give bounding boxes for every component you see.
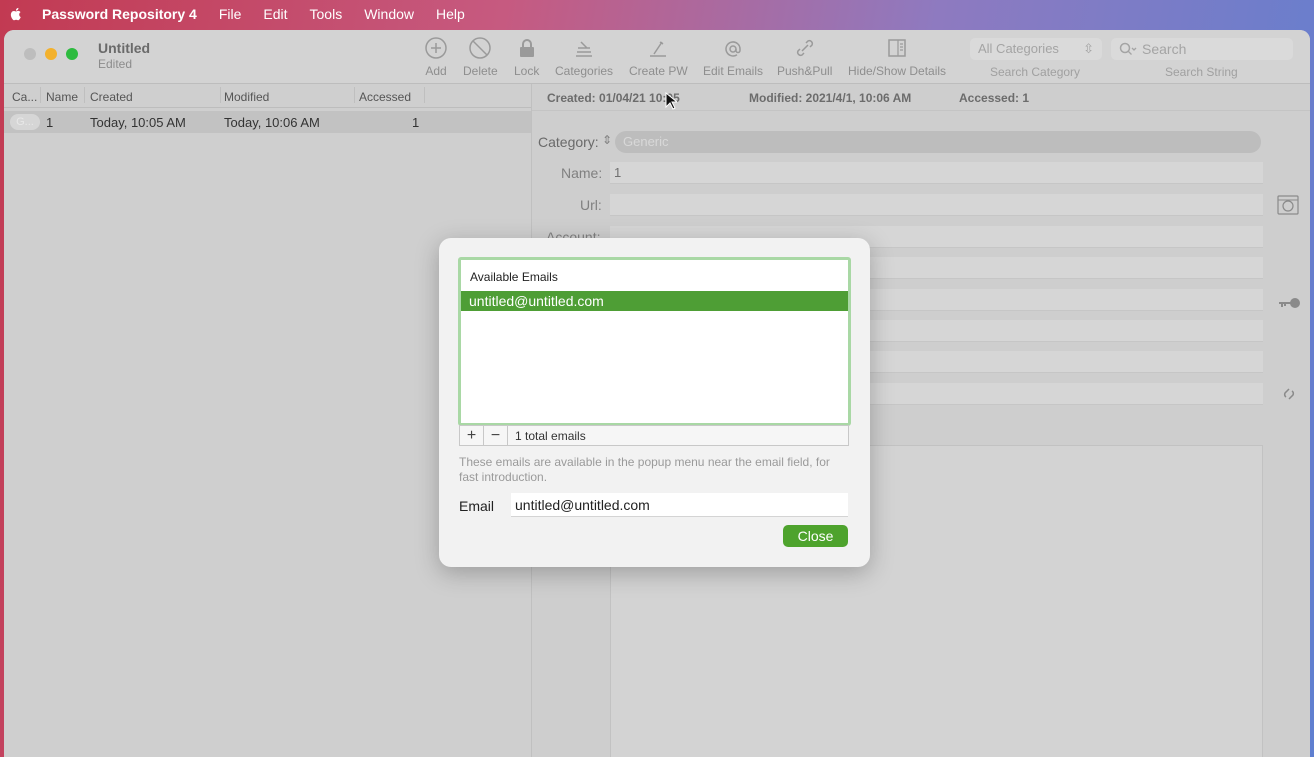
url-label: Url: bbox=[580, 197, 602, 213]
hide-show-label: Hide/Show Details bbox=[848, 64, 947, 78]
category-filter-caption: Search Category bbox=[990, 65, 1081, 79]
list-controls: + − 1 total emails bbox=[459, 425, 849, 446]
push-pull-button[interactable]: Push&Pull bbox=[777, 36, 832, 78]
lock-icon bbox=[519, 39, 534, 57]
lock-label: Lock bbox=[514, 64, 540, 78]
add-button[interactable]: Add bbox=[424, 36, 448, 78]
hide-show-details-button[interactable]: Hide/Show Details bbox=[848, 36, 946, 78]
close-window-button[interactable] bbox=[24, 48, 36, 60]
menu-bar: Password Repository 4 File Edit Tools Wi… bbox=[0, 0, 1314, 28]
cell-name: 1 bbox=[46, 115, 54, 130]
delete-button[interactable]: Delete bbox=[463, 36, 498, 78]
categories-button[interactable]: Categories bbox=[555, 36, 613, 78]
divider bbox=[532, 110, 1310, 111]
cell-accessed: 1 bbox=[412, 115, 420, 130]
apple-icon[interactable] bbox=[8, 6, 24, 22]
edit-emails-button[interactable]: Edit Emails bbox=[703, 36, 763, 78]
menu-window[interactable]: Window bbox=[364, 6, 414, 22]
delete-label: Delete bbox=[463, 64, 498, 78]
app-menu[interactable]: Password Repository 4 bbox=[42, 6, 197, 22]
create-pw-button[interactable]: Create PW bbox=[629, 36, 688, 78]
link-icon[interactable] bbox=[1280, 385, 1298, 406]
available-emails-list[interactable]: Available Emails untitled@untitled.com bbox=[458, 257, 851, 426]
cell-modified: Today, 10:06 AM bbox=[224, 115, 320, 130]
document-title: Untitled bbox=[98, 40, 151, 56]
add-label: Add bbox=[425, 64, 447, 78]
table-header: Ca... Name Created Modified Accessed bbox=[4, 84, 531, 108]
title-bar: Untitled Edited Add Delete Lock Categori… bbox=[4, 30, 1310, 84]
plus-circle-icon bbox=[425, 37, 447, 59]
prohibited-icon bbox=[469, 37, 492, 59]
browser-icon[interactable] bbox=[1276, 193, 1300, 220]
key-icon[interactable] bbox=[1276, 292, 1302, 317]
column-divider[interactable] bbox=[220, 87, 221, 103]
create-pw-label: Create PW bbox=[629, 64, 688, 78]
created-info: Created: 01/04/21 10:05 bbox=[547, 91, 680, 105]
document-status: Edited bbox=[98, 57, 133, 71]
push-pull-label: Push&Pull bbox=[777, 64, 833, 78]
column-category[interactable]: Ca... bbox=[12, 90, 37, 104]
remove-email-button[interactable]: − bbox=[484, 426, 508, 445]
column-divider[interactable] bbox=[424, 87, 425, 103]
sidebar-panel-icon bbox=[888, 39, 906, 57]
column-accessed[interactable]: Accessed bbox=[359, 90, 411, 104]
column-divider[interactable] bbox=[40, 87, 41, 103]
categories-label: Categories bbox=[555, 64, 614, 78]
lock-button[interactable]: Lock bbox=[514, 36, 539, 78]
category-field[interactable]: Generic bbox=[615, 131, 1261, 153]
column-name[interactable]: Name bbox=[46, 90, 78, 104]
column-modified[interactable]: Modified bbox=[224, 90, 269, 104]
minimize-window-button[interactable] bbox=[45, 48, 57, 60]
url-field[interactable] bbox=[610, 194, 1263, 216]
column-divider[interactable] bbox=[354, 87, 355, 103]
column-divider[interactable] bbox=[84, 87, 85, 103]
category-pill: G... bbox=[10, 114, 40, 130]
updown-chevron-icon: ⇳ bbox=[1083, 41, 1094, 56]
email-count: 1 total emails bbox=[515, 428, 586, 443]
list-item[interactable]: untitled@untitled.com bbox=[461, 291, 848, 311]
menu-help[interactable]: Help bbox=[436, 6, 465, 22]
search-input[interactable]: Search bbox=[1111, 38, 1293, 60]
help-text: These emails are available in the popup … bbox=[459, 455, 830, 484]
table-row[interactable]: G... 1 Today, 10:05 AM Today, 10:06 AM 1 bbox=[4, 111, 531, 133]
email-label: Email bbox=[459, 498, 495, 514]
category-label: Category: bbox=[538, 134, 599, 150]
edit-emails-sheet: Available Emails untitled@untitled.com +… bbox=[439, 238, 870, 567]
accessed-info: Accessed: 1 bbox=[959, 91, 1030, 105]
menu-file[interactable]: File bbox=[219, 6, 242, 22]
column-created[interactable]: Created bbox=[90, 90, 133, 104]
pen-icon bbox=[650, 41, 667, 57]
menu-tools[interactable]: Tools bbox=[310, 6, 343, 22]
category-filter-select[interactable]: All Categories ⇳ bbox=[970, 38, 1102, 60]
search-caption: Search String bbox=[1165, 65, 1238, 79]
menu-edit[interactable]: Edit bbox=[263, 6, 287, 22]
search-placeholder: Search bbox=[1142, 41, 1187, 57]
close-button[interactable]: Close bbox=[783, 525, 848, 547]
modified-info: Modified: 2021/4/1, 10:06 AM bbox=[749, 91, 912, 105]
updown-chevron-icon[interactable]: ⇕ bbox=[602, 133, 612, 147]
search-icon bbox=[1119, 42, 1137, 55]
email-field[interactable]: untitled@untitled.com bbox=[511, 493, 848, 517]
cell-created: Today, 10:05 AM bbox=[90, 115, 186, 130]
name-label: Name: bbox=[561, 165, 603, 181]
category-filter-value: All Categories bbox=[978, 41, 1059, 56]
at-sign-icon bbox=[725, 41, 741, 57]
chain-link-icon bbox=[796, 39, 813, 57]
add-email-button[interactable]: + bbox=[460, 426, 484, 445]
zoom-window-button[interactable] bbox=[66, 48, 78, 60]
mouse-cursor-icon bbox=[665, 92, 677, 110]
name-field[interactable]: 1 bbox=[610, 162, 1263, 184]
list-header: Available Emails bbox=[470, 270, 558, 284]
edit-emails-label: Edit Emails bbox=[703, 64, 764, 78]
stack-icon bbox=[576, 41, 593, 57]
